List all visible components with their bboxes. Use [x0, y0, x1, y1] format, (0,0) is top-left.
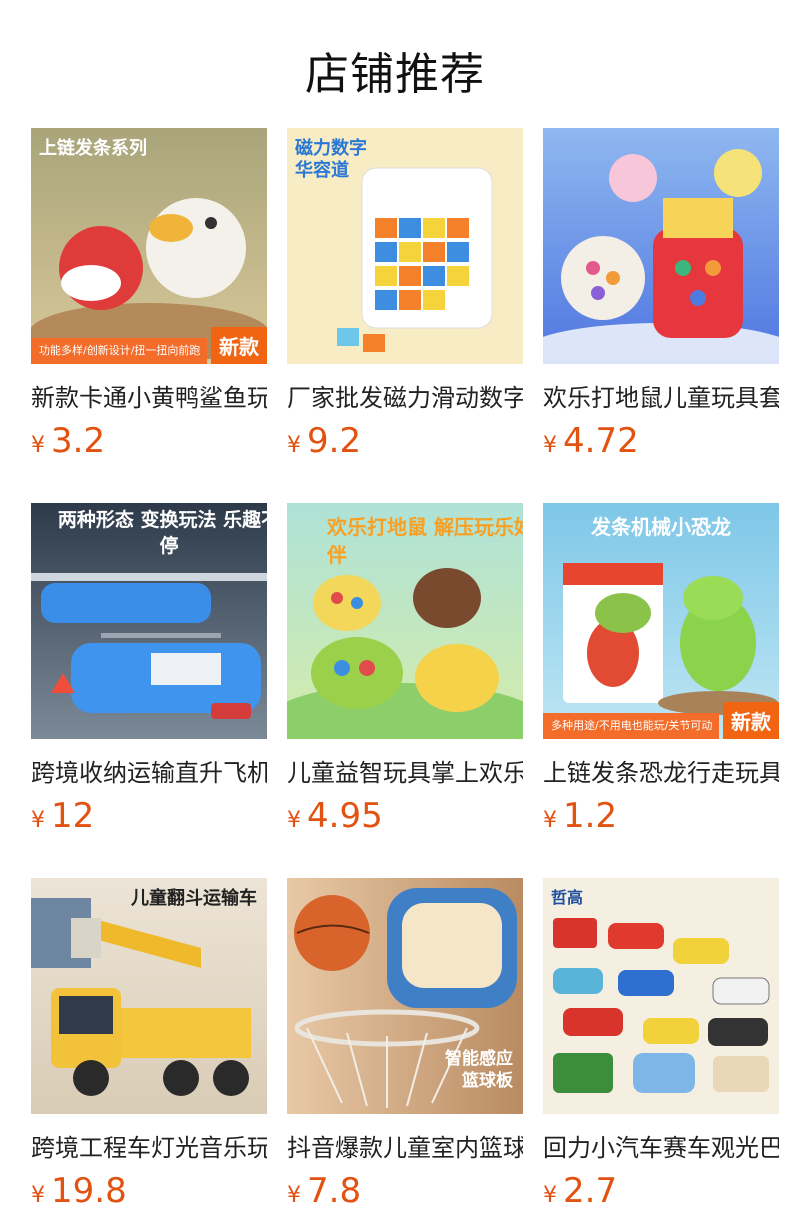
- product-card[interactable]: 欢乐打地鼠儿童玩具套装 ¥4.72: [543, 128, 779, 465]
- currency-symbol: ¥: [543, 1183, 557, 1208]
- product-name[interactable]: 新款卡通小黄鸭鲨鱼玩具: [31, 378, 267, 413]
- currency-symbol: ¥: [31, 808, 45, 833]
- product-card[interactable]: 磁力数字华容道 厂家批发磁力滑动数字华容道 ¥9.2: [287, 128, 523, 465]
- image-banner: 两种形态 变换玩法 乐趣不停: [57, 509, 267, 557]
- product-price: ¥1.2: [543, 796, 779, 840]
- product-name[interactable]: 抖音爆款儿童室内篮球板: [287, 1128, 523, 1163]
- product-image[interactable]: 上链发条系列 功能多样/创新设计/扭一扭向前跑 新款: [31, 128, 267, 364]
- product-grid: 上链发条系列 功能多样/创新设计/扭一扭向前跑 新款 新款卡通小黄鸭鲨鱼玩具 ¥…: [31, 128, 779, 1215]
- product-price: ¥19.8: [31, 1171, 267, 1215]
- price-value: 4.72: [563, 421, 639, 461]
- new-badge: 新款: [211, 327, 267, 364]
- price-value: 7.8: [307, 1171, 362, 1211]
- product-image[interactable]: 智能感应篮球板: [287, 878, 523, 1114]
- image-banner: 磁力数字华容道: [295, 138, 367, 181]
- price-value: 12: [51, 796, 95, 836]
- product-name[interactable]: 欢乐打地鼠儿童玩具套装: [543, 378, 779, 413]
- brand-logo: 哲高: [551, 888, 584, 907]
- image-banner: 欢乐打地鼠 解压玩乐好伙伴: [327, 515, 523, 567]
- product-image[interactable]: 儿童翻斗运输车: [31, 878, 267, 1114]
- image-subtext: 功能多样/创新设计/扭一扭向前跑: [31, 338, 207, 364]
- product-image[interactable]: 磁力数字华容道: [287, 128, 523, 364]
- product-price: ¥4.72: [543, 421, 779, 465]
- image-banner: 发条机械小恐龙: [591, 515, 731, 539]
- price-value: 19.8: [51, 1171, 127, 1211]
- price-value: 2.7: [563, 1171, 618, 1211]
- product-price: ¥3.2: [31, 421, 267, 465]
- product-name[interactable]: 厂家批发磁力滑动数字华容道: [287, 378, 523, 413]
- product-name[interactable]: 儿童益智玩具掌上欢乐打地鼠: [287, 753, 523, 788]
- price-value: 4.95: [307, 796, 383, 836]
- product-price: ¥9.2: [287, 421, 523, 465]
- price-value: 9.2: [307, 421, 362, 461]
- image-subtext: 多种用途/不用电也能玩/关节可动: [543, 713, 719, 739]
- product-image[interactable]: 欢乐打地鼠 解压玩乐好伙伴: [287, 503, 523, 739]
- product-name[interactable]: 上链发条恐龙行走玩具: [543, 753, 779, 788]
- product-card[interactable]: 发条机械小恐龙 多种用途/不用电也能玩/关节可动 新款 上链发条恐龙行走玩具 ¥…: [543, 503, 779, 840]
- currency-symbol: ¥: [287, 433, 301, 458]
- product-price: ¥4.95: [287, 796, 523, 840]
- product-name[interactable]: 跨境工程车灯光音乐玩具: [31, 1128, 267, 1163]
- price-value: 3.2: [51, 421, 106, 461]
- product-price: ¥7.8: [287, 1171, 523, 1215]
- price-value: 1.2: [563, 796, 618, 836]
- product-name[interactable]: 跨境收纳运输直升飞机玩具: [31, 753, 267, 788]
- product-price: ¥2.7: [543, 1171, 779, 1215]
- image-banner: 智能感应篮球板: [445, 1049, 513, 1091]
- product-card[interactable]: 儿童翻斗运输车 跨境工程车灯光音乐玩具 ¥19.8: [31, 878, 267, 1215]
- currency-symbol: ¥: [543, 433, 557, 458]
- currency-symbol: ¥: [543, 808, 557, 833]
- product-card[interactable]: 两种形态 变换玩法 乐趣不停 跨境收纳运输直升飞机玩具 ¥12: [31, 503, 267, 840]
- currency-symbol: ¥: [31, 1183, 45, 1208]
- product-price: ¥12: [31, 796, 267, 840]
- product-card[interactable]: 智能感应篮球板 抖音爆款儿童室内篮球板 ¥7.8: [287, 878, 523, 1215]
- product-card[interactable]: 欢乐打地鼠 解压玩乐好伙伴 儿童益智玩具掌上欢乐打地鼠 ¥4.95: [287, 503, 523, 840]
- product-card[interactable]: 哲高 回力小汽车赛车观光巴士 ¥2.7: [543, 878, 779, 1215]
- product-name[interactable]: 回力小汽车赛车观光巴士: [543, 1128, 779, 1163]
- currency-symbol: ¥: [31, 433, 45, 458]
- product-image[interactable]: 哲高: [543, 878, 779, 1114]
- currency-symbol: ¥: [287, 1183, 301, 1208]
- new-badge: 新款: [723, 702, 779, 739]
- currency-symbol: ¥: [287, 808, 301, 833]
- product-image[interactable]: [543, 128, 779, 364]
- product-image[interactable]: 发条机械小恐龙 多种用途/不用电也能玩/关节可动 新款: [543, 503, 779, 739]
- product-image[interactable]: 两种形态 变换玩法 乐趣不停: [31, 503, 267, 739]
- product-card[interactable]: 上链发条系列 功能多样/创新设计/扭一扭向前跑 新款 新款卡通小黄鸭鲨鱼玩具 ¥…: [31, 128, 267, 465]
- image-banner: 上链发条系列: [39, 138, 147, 159]
- recommend-page: 店铺推荐 上链发条系列 功能多样/创新设计/扭一扭向前跑 新款 新款卡通小黄鸭鲨…: [0, 0, 790, 1232]
- page-title: 店铺推荐: [305, 49, 485, 100]
- image-banner: 儿童翻斗运输车: [131, 888, 257, 909]
